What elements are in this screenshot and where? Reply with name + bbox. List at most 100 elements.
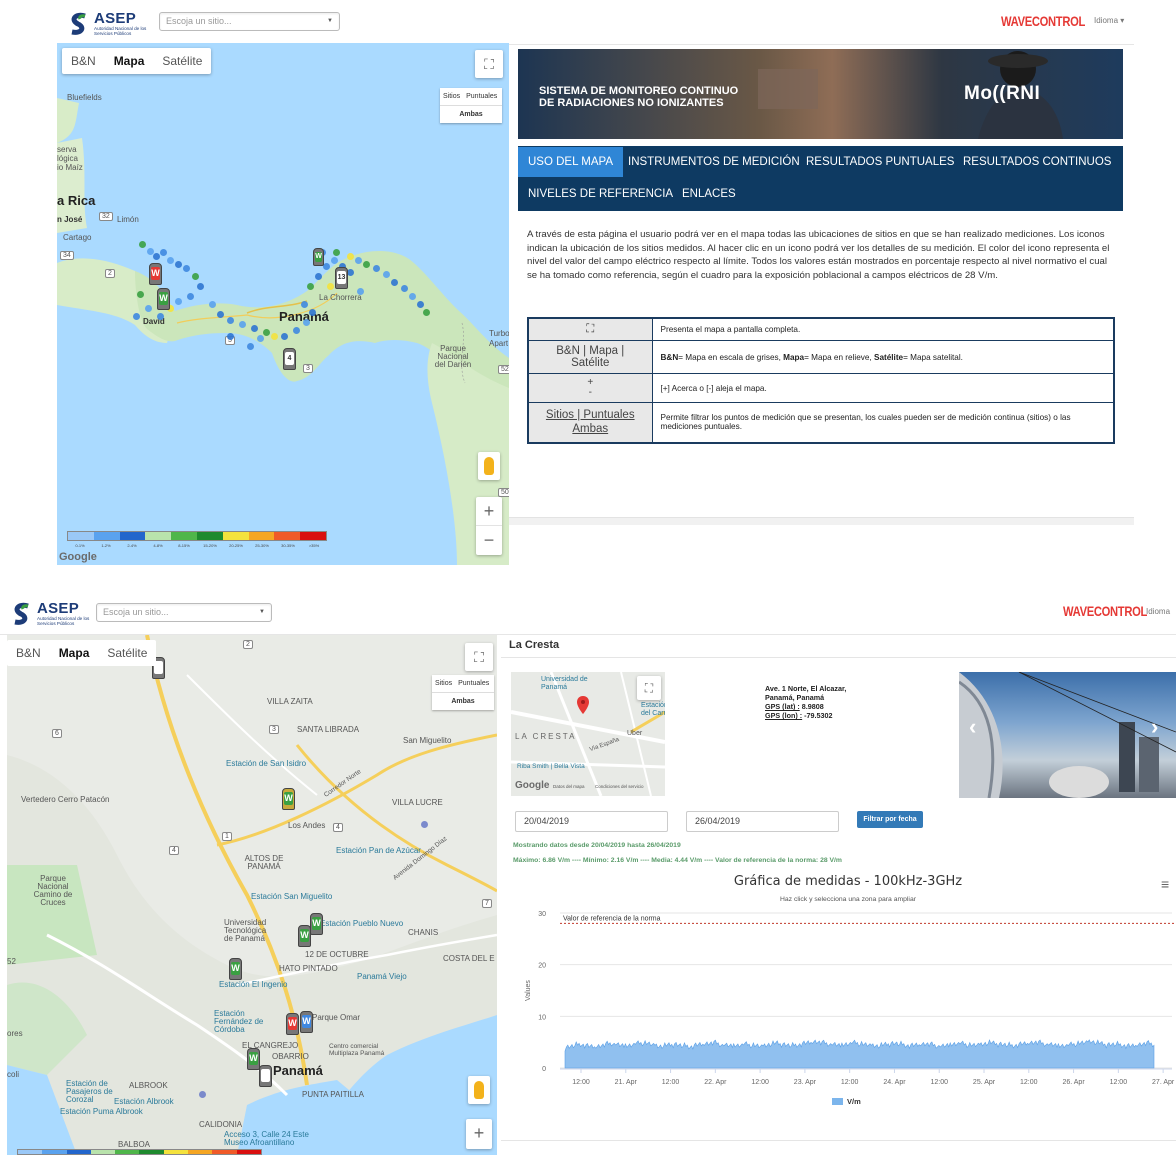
- wavecontrol-logo[interactable]: WAVECONTROL: [1001, 13, 1085, 29]
- nav-resultados-continuos[interactable]: RESULTADOS CONTINUOS: [953, 147, 1121, 177]
- measurement-dot[interactable]: [347, 253, 354, 260]
- measurement-dot[interactable]: [423, 309, 430, 316]
- measurement-dot[interactable]: [167, 257, 174, 264]
- measurement-dot[interactable]: [157, 313, 164, 320]
- fullscreen-button[interactable]: ⛶: [475, 50, 503, 78]
- site-marker-green[interactable]: W: [157, 288, 170, 310]
- language-dropdown[interactable]: Idioma ▾: [1094, 16, 1124, 25]
- measurement-dot[interactable]: [315, 273, 322, 280]
- nav-niveles-referencia[interactable]: NIVELES DE REFERENCIA: [518, 179, 683, 209]
- measurement-dot[interactable]: [217, 311, 224, 318]
- carousel-next-icon[interactable]: ›: [1151, 714, 1158, 740]
- measurement-dot[interactable]: [133, 313, 140, 320]
- measurement-dot[interactable]: [331, 257, 338, 264]
- measurement-dot[interactable]: [239, 321, 246, 328]
- language-dropdown[interactable]: Idioma: [1146, 607, 1170, 616]
- measurement-dot[interactable]: [271, 333, 278, 340]
- site-cluster-marker[interactable]: 13: [335, 267, 348, 289]
- measurements-chart[interactable]: 0 10 20 30 Values Valor de referencia de la n…: [510, 905, 1176, 1105]
- measurement-dot[interactable]: [293, 327, 300, 334]
- carousel-prev-icon[interactable]: ‹: [969, 714, 976, 740]
- measurement-dot[interactable]: [192, 273, 199, 280]
- site-select[interactable]: Escoja un sitio... ▼: [159, 12, 340, 31]
- measurement-dot[interactable]: [153, 253, 160, 260]
- filter-sitios[interactable]: Sitios: [432, 675, 455, 692]
- site-marker-red[interactable]: W: [286, 1013, 299, 1035]
- measurement-dot[interactable]: [363, 261, 370, 268]
- measurement-dot[interactable]: [160, 249, 167, 256]
- measurement-dot[interactable]: [145, 305, 152, 312]
- map-type-mapa[interactable]: Mapa: [105, 48, 154, 74]
- measurement-dot[interactable]: [175, 261, 182, 268]
- measurement-dot[interactable]: [257, 335, 264, 342]
- wavecontrol-logo[interactable]: WAVECONTROL: [1063, 603, 1147, 619]
- filter-ambas[interactable]: Ambas: [432, 692, 494, 710]
- measurement-dot[interactable]: [409, 293, 416, 300]
- nav-enlaces[interactable]: ENLACES: [672, 179, 746, 209]
- site-marker-gray[interactable]: [259, 1065, 272, 1087]
- measurement-dot[interactable]: [327, 283, 334, 290]
- filter-sitios[interactable]: Sitios: [440, 88, 463, 105]
- asep-logo[interactable]: ASEP Autoridad Nacional de los Servicios…: [10, 601, 91, 627]
- site-marker-green[interactable]: W: [282, 788, 295, 810]
- nav-uso-del-mapa[interactable]: USO DEL MAPA: [518, 147, 623, 177]
- measurement-dot[interactable]: [347, 269, 354, 276]
- measurement-dot[interactable]: [383, 271, 390, 278]
- measurement-dot[interactable]: [333, 249, 340, 256]
- zoom-out-button[interactable]: −: [476, 525, 502, 554]
- site-marker-green[interactable]: W: [229, 958, 242, 980]
- chart-legend[interactable]: V/m: [832, 1097, 861, 1106]
- filter-ambas[interactable]: Ambas: [440, 105, 502, 123]
- measurement-dot[interactable]: [421, 821, 428, 828]
- measurement-dot[interactable]: [227, 317, 234, 324]
- filter-by-date-button[interactable]: Filtrar por fecha: [857, 811, 923, 828]
- measurement-dot[interactable]: [307, 283, 314, 290]
- measurement-dot[interactable]: [247, 343, 254, 350]
- measurement-dot[interactable]: [187, 293, 194, 300]
- date-from-input[interactable]: 20/04/2019: [515, 811, 668, 832]
- measurement-dot[interactable]: [175, 298, 182, 305]
- map-type-satelite[interactable]: Satélite: [98, 640, 156, 666]
- zoom-in-button[interactable]: +: [476, 497, 502, 525]
- minimap-fullscreen-button[interactable]: ⛶: [637, 676, 661, 700]
- measurement-dot[interactable]: [373, 265, 380, 272]
- measurement-dot[interactable]: [357, 288, 364, 295]
- street-view-pegman[interactable]: [468, 1076, 490, 1104]
- map-panama-city[interactable]: VILLA ZAITA SANTA LIBRADA San Miguelito …: [7, 635, 497, 1155]
- zoom-in-button[interactable]: +: [466, 1119, 492, 1147]
- measurement-dot[interactable]: [391, 279, 398, 286]
- site-marker-green[interactable]: W: [310, 913, 323, 935]
- site-marker-green[interactable]: W: [298, 925, 311, 947]
- measurement-dot[interactable]: [323, 263, 330, 270]
- measurement-dot[interactable]: [401, 285, 408, 292]
- measurement-dot[interactable]: [199, 1091, 206, 1098]
- fullscreen-button[interactable]: ⛶: [465, 643, 493, 671]
- measurement-dot[interactable]: [281, 333, 288, 340]
- street-view-pegman[interactable]: [478, 452, 500, 480]
- measurement-dot[interactable]: [139, 241, 146, 248]
- map-type-bn[interactable]: B&N: [62, 48, 105, 74]
- asep-logo[interactable]: ASEP Autoridad Nacional de los Servicios…: [67, 11, 148, 37]
- measurement-dot[interactable]: [197, 283, 204, 290]
- nav-resultados-puntuales[interactable]: RESULTADOS PUNTUALES: [796, 147, 964, 177]
- measurement-dot[interactable]: [209, 301, 216, 308]
- measurement-dot[interactable]: [355, 257, 362, 264]
- site-marker-green[interactable]: W: [247, 1048, 260, 1070]
- measurement-dot[interactable]: [309, 309, 316, 316]
- site-marker-red[interactable]: W: [149, 263, 162, 285]
- nav-instrumentos[interactable]: INSTRUMENTOS DE MEDICIÓN: [618, 147, 810, 177]
- measurement-dot[interactable]: [417, 301, 424, 308]
- site-photo-carousel[interactable]: ‹ ›: [959, 672, 1176, 798]
- map-type-satelite[interactable]: Satélite: [153, 48, 211, 74]
- measurement-dot[interactable]: [137, 291, 144, 298]
- site-marker-green[interactable]: W: [313, 248, 324, 266]
- horizontal-scrollbar[interactable]: [509, 517, 1134, 525]
- date-to-input[interactable]: 26/04/2019: [686, 811, 839, 832]
- filter-puntuales[interactable]: Puntuales: [463, 88, 500, 105]
- map-type-bn[interactable]: B&N: [7, 640, 50, 666]
- filter-puntuales[interactable]: Puntuales: [455, 675, 492, 692]
- map-panama[interactable]: Bluefields serva lógica io Maíz a Rica n…: [57, 43, 509, 565]
- chart-menu-icon[interactable]: ≡: [1161, 876, 1169, 892]
- measurement-dot[interactable]: [227, 333, 234, 340]
- map-type-mapa[interactable]: Mapa: [50, 640, 99, 666]
